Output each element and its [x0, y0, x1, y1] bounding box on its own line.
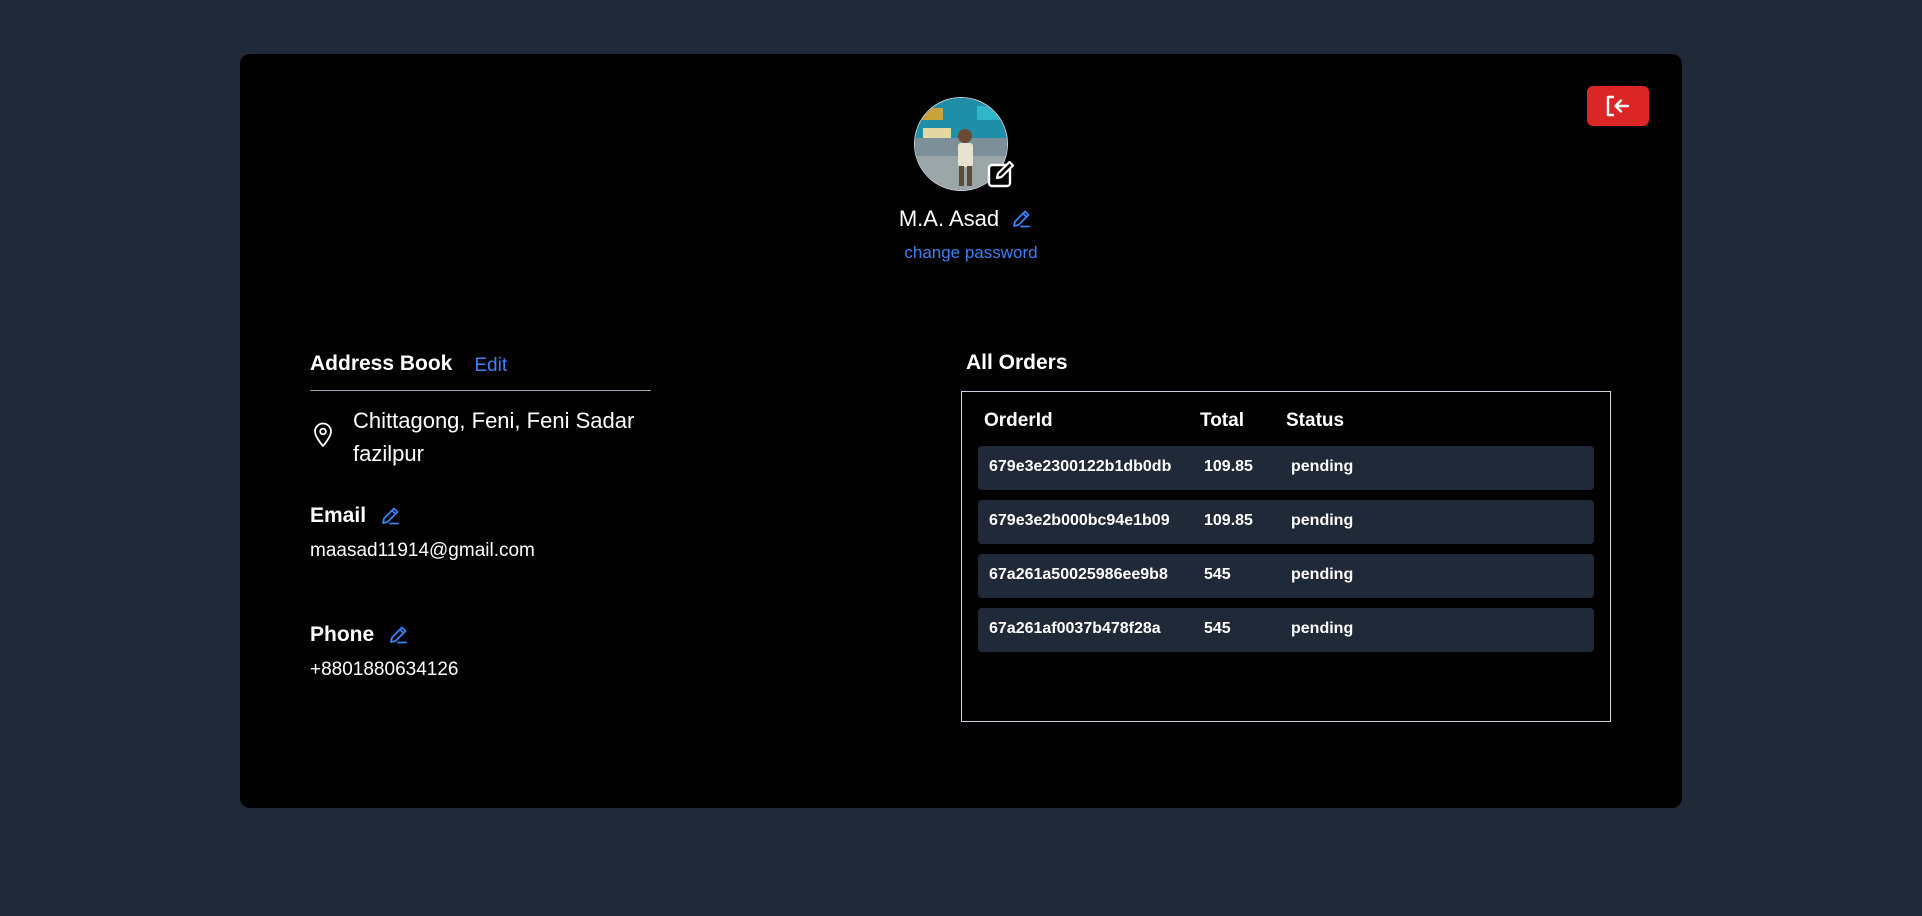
phone-label: Phone: [310, 623, 375, 646]
change-password-link[interactable]: change password: [0, 243, 1922, 263]
address-line-2: fazilpur: [353, 441, 424, 466]
order-total: 109.85: [1204, 512, 1253, 529]
order-total: 109.85: [1204, 458, 1253, 475]
user-name: M.A. Asad: [898, 206, 1000, 231]
email-label: Email: [310, 504, 367, 527]
address-edit-link[interactable]: Edit: [474, 355, 507, 377]
order-id: 679e3e2300122b1db0db: [989, 458, 1172, 475]
edit-square-icon: [987, 160, 1015, 188]
phone-value: +8801880634126: [310, 659, 459, 680]
user-name-row: M.A. Asad: [0, 204, 1922, 234]
order-status: pending: [1291, 458, 1354, 475]
edit-email-button[interactable]: [380, 506, 400, 526]
pencil-icon: [390, 626, 408, 644]
order-total: 545: [1204, 620, 1231, 637]
logout-icon: [1606, 95, 1630, 117]
map-pin-icon: [314, 422, 332, 447]
address-book-header: Address Book Edit: [310, 352, 651, 391]
pencil-icon: [1013, 210, 1031, 228]
order-id: 67a261a50025986ee9b8: [989, 566, 1168, 583]
column-header-orderid: OrderId: [984, 410, 1053, 431]
email-value: maasad11914@gmail.com: [310, 540, 535, 561]
column-header-total: Total: [1200, 410, 1244, 431]
address-book-title: Address Book: [310, 352, 453, 375]
phone-label-row: Phone: [310, 623, 408, 647]
edit-phone-button[interactable]: [388, 625, 408, 645]
logout-button[interactable]: [1587, 86, 1649, 126]
pencil-icon: [382, 507, 399, 525]
table-row[interactable]: 679e3e2300122b1db0db 109.85 pending: [978, 446, 1594, 490]
order-total: 545: [1204, 566, 1231, 583]
email-label-row: Email: [310, 504, 400, 528]
table-row[interactable]: 67a261af0037b478f28a 545 pending: [978, 608, 1594, 652]
table-row[interactable]: 679e3e2b000bc94e1b09 109.85 pending: [978, 500, 1594, 544]
order-status: pending: [1291, 566, 1354, 583]
edit-name-button[interactable]: [1011, 209, 1031, 229]
avatar-edit-button[interactable]: [984, 157, 1018, 191]
order-status: pending: [1291, 620, 1354, 637]
order-status: pending: [1291, 512, 1354, 529]
address-text: Chittagong, Feni, Feni Sadar fazilpur: [353, 404, 634, 470]
orders-table-header: OrderId Total Status: [984, 410, 1584, 436]
order-id: 67a261af0037b478f28a: [989, 620, 1161, 637]
table-row[interactable]: 67a261a50025986ee9b8 545 pending: [978, 554, 1594, 598]
avatar-wrapper: [914, 97, 1015, 191]
orders-table: OrderId Total Status 679e3e2300122b1db0d…: [961, 391, 1611, 722]
order-id: 679e3e2b000bc94e1b09: [989, 512, 1170, 529]
address-line-1: Chittagong, Feni, Feni Sadar: [353, 408, 635, 433]
orders-title: All Orders: [966, 351, 1068, 374]
column-header-status: Status: [1286, 410, 1345, 431]
